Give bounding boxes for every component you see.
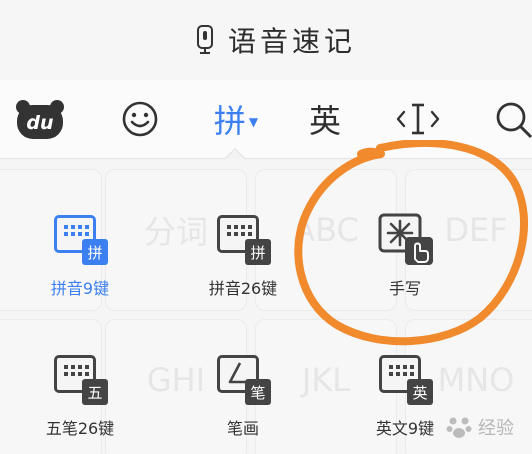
handwriting-icon [375,211,435,267]
watermark: 经验 [446,414,514,440]
microphone-icon [196,25,213,54]
option-label: 笔画 [226,419,259,438]
watermark-text: 经验 [478,418,514,439]
option-pinyin-26key[interactable]: 拼 拼音26键 [183,211,303,299]
option-label: 拼音9键 [50,279,110,298]
option-wubi-26key[interactable]: 五 五笔26键 [20,351,140,439]
keyboard-icon: 拼 [50,211,110,267]
cursor-move-button[interactable] [393,80,443,158]
pinyin-label: 拼 [213,102,246,140]
option-badge: 五 [82,379,108,405]
voice-memo-label: 语音速记 [227,25,356,58]
text-cursor-icon [396,103,440,135]
keyboard-icon: 拼 [213,211,273,267]
baidu-logo-button[interactable]: du [14,80,66,158]
option-stroke[interactable]: 笔 笔画 [183,351,303,439]
option-label: 五笔26键 [45,419,115,438]
option-badge: 英 [407,379,433,405]
paw-logo-icon [446,417,472,438]
keyboard-toolbar: du 拼 ▼ 英 [0,80,532,159]
search-button[interactable] [488,80,532,158]
smiley-icon [122,101,158,137]
option-label: 手写 [388,279,421,298]
input-method-panel: 分词 ABC DEF GHI JKL MNO 拼 拼音9键 拼 拼音26键 手写… [0,159,532,454]
option-badge: 笔 [245,379,271,405]
stroke-input-icon: 笔 [213,351,273,407]
option-label: 拼音26键 [208,279,278,298]
option-pinyin-9key[interactable]: 拼 拼音9键 [20,211,140,299]
logo-text: du [26,112,53,134]
option-label: 英文9键 [375,419,435,438]
english-label: 英 [308,102,341,140]
search-icon [496,102,532,139]
option-badge: 拼 [82,239,108,265]
baidu-bear-logo-icon: du [16,100,64,139]
english-mode-button[interactable]: 英 [300,80,350,158]
keyboard-icon: 英 [375,351,435,407]
option-handwriting[interactable]: 手写 [345,211,465,299]
emoji-button[interactable] [115,80,165,158]
keyboard-icon: 五 [50,351,110,407]
voice-memo-bar[interactable]: 语音速记 [0,0,532,80]
option-badge: 拼 [245,239,271,265]
caret-down-icon: ▼ [248,115,259,129]
pinyin-mode-button[interactable]: 拼 ▼ [205,80,267,158]
